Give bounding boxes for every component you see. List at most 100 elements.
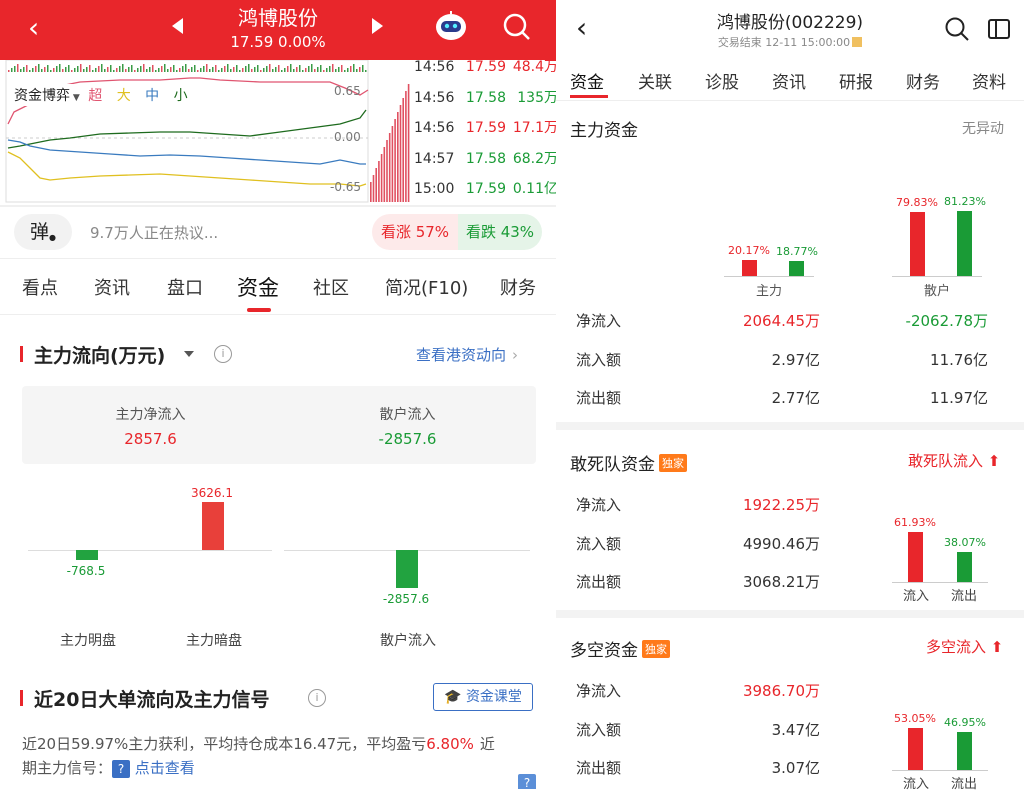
volume-tick xyxy=(206,64,208,72)
vote-down-label: 看跌 43% xyxy=(465,223,535,241)
vote-down-button[interactable]: 看跌 43% xyxy=(458,214,542,250)
dare-title: 敢死队资金 独家 xyxy=(570,450,687,475)
volume-tick xyxy=(209,69,211,72)
dare-link[interactable]: 敢死队流入 ⬆ xyxy=(908,450,1000,471)
volume-tick xyxy=(191,67,193,72)
volume-tick xyxy=(200,68,202,72)
volume-tick xyxy=(218,70,220,72)
volume-bar xyxy=(388,133,391,202)
search-icon[interactable] xyxy=(944,16,970,42)
dare-out-pct: 38.07% xyxy=(944,535,986,549)
main-fund-status: 无异动 xyxy=(962,121,1004,137)
main-in-pct: 79.83% xyxy=(896,196,938,210)
volume-tick xyxy=(347,68,349,72)
volume-tick xyxy=(161,66,163,72)
tab-finance[interactable]: 财务 xyxy=(906,68,940,93)
tape-price: 17.59 xyxy=(465,181,506,198)
tab-highlights[interactable]: 看点 xyxy=(22,274,58,300)
signal-desc-pct: 6.80% xyxy=(426,735,474,753)
volume-tick xyxy=(305,68,307,72)
volume-tick xyxy=(239,70,241,72)
hk-capital-link[interactable]: 查看港资动向 › xyxy=(416,344,518,365)
main-out-bar xyxy=(789,260,804,276)
longshort-link[interactable]: 多空流入 ⬆ xyxy=(926,636,1003,657)
main-out-pct: 18.77% xyxy=(776,244,818,258)
tape-price: 17.58 xyxy=(465,89,506,106)
volume-tick xyxy=(290,64,292,72)
tab-news[interactable]: 资讯 xyxy=(772,68,806,93)
volume-tick xyxy=(125,69,127,72)
vote-up-button[interactable]: 看涨 57% xyxy=(372,214,458,250)
tab-orderbook[interactable]: 盘口 xyxy=(167,274,203,300)
flow-baseline-1 xyxy=(28,550,272,551)
chevron-right-icon: › xyxy=(512,346,519,364)
tape-volume: 135万 xyxy=(517,89,556,106)
volume-tick xyxy=(254,67,256,72)
tab-research[interactable]: 研报 xyxy=(839,68,873,93)
trade-status-text: 交易结束 12-11 15:00:00 xyxy=(717,36,851,49)
flow-dropdown-icon[interactable] xyxy=(184,351,194,357)
info-icon[interactable]: i xyxy=(214,345,232,363)
volume-bar xyxy=(394,119,396,202)
volume-tick xyxy=(128,67,130,72)
volume-tick xyxy=(74,68,76,72)
longshort-row-value: 3.07亿 xyxy=(771,759,820,777)
dare-row-value: 3068.21万 xyxy=(742,573,820,591)
tab-funds[interactable]: 资金 xyxy=(570,68,604,93)
tab-diagnosis[interactable]: 诊股 xyxy=(705,68,739,93)
dare-title-text: 敢死队资金 xyxy=(570,455,655,475)
dare-row-label: 流出额 xyxy=(576,573,622,591)
bullet-comment-button[interactable]: 弹● xyxy=(14,214,72,250)
volume-tick xyxy=(68,65,70,72)
volume-tick xyxy=(215,65,217,72)
main-group-baseline xyxy=(724,276,814,277)
view-signal-link[interactable]: 点击查看 xyxy=(135,759,195,777)
volume-tick xyxy=(230,69,232,72)
fund-selector[interactable]: 资金博弈 ▼ 超 大 中 小 xyxy=(10,84,192,106)
volume-tick xyxy=(56,66,58,72)
longshort-row-value: 3.47亿 xyxy=(771,720,820,739)
flow-bar xyxy=(76,550,98,561)
flow-bar-value: 3626.1 xyxy=(191,486,233,500)
volume-tick xyxy=(170,67,172,72)
section-separator xyxy=(556,422,1024,430)
tab-news[interactable]: 资讯 xyxy=(94,274,130,300)
share-icon[interactable] xyxy=(986,16,1012,42)
bullet-label: 弹 xyxy=(30,221,50,243)
info-icon[interactable]: i xyxy=(308,689,326,707)
volume-tick xyxy=(83,69,85,72)
main-group-label: 散户 xyxy=(923,284,950,299)
robot-assistant-icon[interactable] xyxy=(434,10,468,42)
volume-tick xyxy=(131,65,133,72)
fund-course-label: 资金课堂 xyxy=(465,689,522,705)
tab-related[interactable]: 关联 xyxy=(638,68,672,93)
volume-tick xyxy=(116,68,118,72)
legend-large: 大 xyxy=(116,88,131,104)
tab-funds[interactable]: 资金 xyxy=(237,272,279,302)
active-tab-indicator xyxy=(247,308,271,312)
volume-tick xyxy=(119,66,121,72)
volume-bar xyxy=(386,140,388,202)
volume-tick xyxy=(26,65,28,72)
volume-bar xyxy=(405,91,407,202)
y-axis-bottom: -0.65 xyxy=(330,180,362,194)
volume-tick xyxy=(224,66,226,72)
dare-out-bar xyxy=(957,551,972,582)
graduation-cap-icon: 🎓 xyxy=(444,689,462,705)
volume-tick xyxy=(356,69,358,72)
tab-community[interactable]: 社区 xyxy=(313,274,349,300)
volume-tick xyxy=(227,64,229,72)
tab-f10[interactable]: 简况(F10) xyxy=(385,274,468,300)
fund-selector-label: 资金博弈 xyxy=(14,88,70,104)
tab-profile[interactable]: 资料 xyxy=(972,68,1006,93)
search-icon[interactable] xyxy=(502,12,532,42)
next-stock-icon[interactable] xyxy=(372,18,383,34)
volume-tick xyxy=(143,64,145,72)
flow-bar-value: -2857.6 xyxy=(382,591,430,606)
main-row-label: 流出额 xyxy=(576,389,622,407)
flow-bar-value: -768.5 xyxy=(66,564,106,579)
question-icon: ? xyxy=(112,760,131,778)
fund-course-button[interactable]: 🎓 资金课堂 xyxy=(433,683,533,711)
tab-finance[interactable]: 财务 xyxy=(500,274,536,300)
help-icon[interactable]: ? xyxy=(518,774,536,789)
